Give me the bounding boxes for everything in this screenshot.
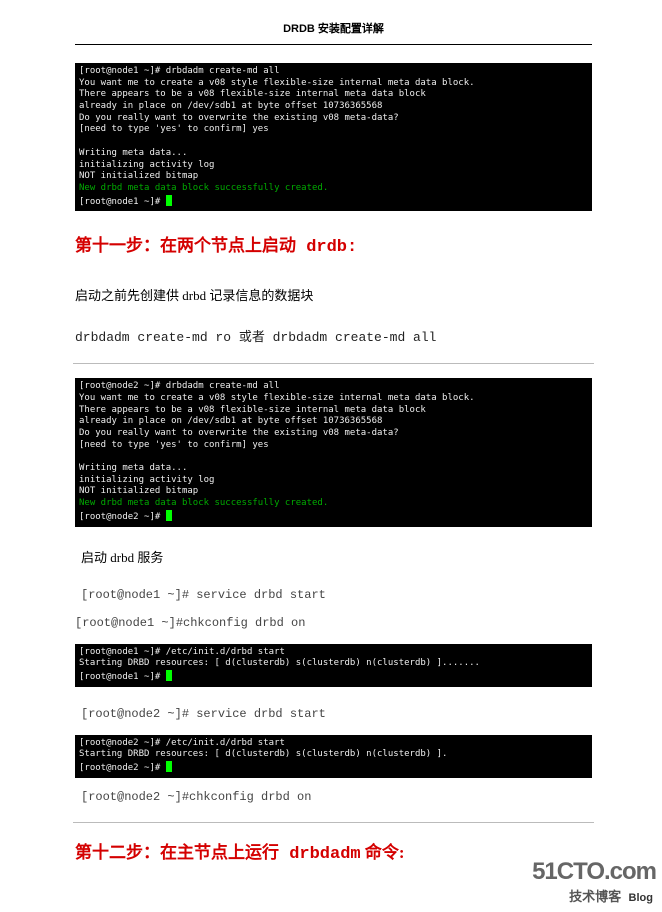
term-line: already in place on /dev/sdb1 at byte of…	[79, 416, 382, 426]
node1-service-start-cmd: [root@node1 ~]# service drbd start	[81, 588, 592, 602]
heading-code: drdb:	[296, 238, 357, 257]
section-divider	[73, 363, 594, 364]
term-line: There appears to be a v08 flexible-size …	[79, 405, 426, 415]
section-divider	[73, 822, 594, 823]
term-line: There appears to be a v08 flexible-size …	[79, 89, 426, 99]
terminal-cursor	[166, 195, 172, 206]
terminal-cursor	[166, 670, 172, 681]
term-line: [root@node2 ~]# drbdadm create-md all	[79, 381, 279, 391]
node1-chkconfig-cmd: [root@node1 ~]#chkconfig drbd on	[75, 616, 592, 630]
term-line: already in place on /dev/sdb1 at byte of…	[79, 101, 382, 111]
term-line: Do you really want to overwrite the exis…	[79, 113, 399, 123]
step-12-heading: 第十二步：在主节点上运行 drbdadm 命令:	[75, 838, 592, 864]
node2-service-start-cmd: [root@node2 ~]# service drbd start	[81, 707, 592, 721]
term-line: NOT initialized bitmap	[79, 486, 198, 496]
heading-text: 第十二步：在主节点上运行	[75, 843, 279, 862]
term-line: You want me to create a v08 style flexib…	[79, 78, 475, 88]
term-line: Writing meta data...	[79, 148, 187, 158]
start-service-desc: 启动 drbd 服务	[81, 547, 592, 566]
step-11-heading: 第十一步：在两个节点上启动 drdb:	[75, 231, 592, 257]
term-line: [root@node2 ~]# /etc/init.d/drbd start	[79, 738, 285, 748]
watermark-subtitle: 技术博客	[569, 889, 621, 904]
step-11-desc: 启动之前先创建供 drbd 记录信息的数据块	[75, 285, 592, 304]
term-line: You want me to create a v08 style flexib…	[79, 393, 475, 403]
terminal-cursor	[166, 510, 172, 521]
watermark-url: 51CTO.com	[532, 858, 656, 886]
term-prompt: [root@node1 ~]#	[79, 197, 166, 207]
term-success-line: New drbd meta data block successfully cr…	[79, 498, 328, 508]
term-line: Do you really want to overwrite the exis…	[79, 428, 399, 438]
terminal-cursor	[166, 761, 172, 772]
term-line: initializing activity log	[79, 475, 214, 485]
watermark-blog-badge: Blog	[626, 892, 656, 904]
doc-title: DRDB 安装配置详解	[75, 20, 592, 45]
terminal-output-node2-start: [root@node2 ~]# /etc/init.d/drbd start S…	[75, 735, 592, 778]
terminal-output-node2-createmd: [root@node2 ~]# drbdadm create-md all Yo…	[75, 378, 592, 526]
term-line: Starting DRBD resources: [ d(clusterdb) …	[79, 749, 447, 759]
term-line: initializing activity log	[79, 160, 214, 170]
heading-text: 第十一步：在两个节点上启动	[75, 236, 296, 255]
term-line: [need to type 'yes' to confirm] yes	[79, 440, 269, 450]
heading-code: drbdadm	[279, 845, 361, 864]
term-line: NOT initialized bitmap	[79, 171, 198, 181]
term-prompt: [root@node2 ~]#	[79, 512, 166, 522]
terminal-output-node1-start: [root@node1 ~]# /etc/init.d/drbd start S…	[75, 644, 592, 687]
term-prompt: [root@node2 ~]#	[79, 763, 166, 773]
node2-chkconfig-cmd: [root@node2 ~]#chkconfig drbd on	[81, 790, 592, 804]
terminal-output-node1-createmd: [root@node1 ~]# drbdadm create-md all Yo…	[75, 63, 592, 211]
term-line: Writing meta data...	[79, 463, 187, 473]
heading-suffix: 命令:	[361, 843, 405, 862]
step-11-cmd: drbdadm create-md ro 或者 drbdadm create-m…	[75, 326, 592, 345]
watermark: 51CTO.com 技术博客 Blog	[532, 858, 656, 906]
term-line: [need to type 'yes' to confirm] yes	[79, 124, 269, 134]
term-line: [root@node1 ~]# drbdadm create-md all	[79, 66, 279, 76]
term-line: [root@node1 ~]# /etc/init.d/drbd start	[79, 647, 285, 657]
term-prompt: [root@node1 ~]#	[79, 672, 166, 682]
term-success-line: New drbd meta data block successfully cr…	[79, 183, 328, 193]
term-line: Starting DRBD resources: [ d(clusterdb) …	[79, 658, 480, 668]
